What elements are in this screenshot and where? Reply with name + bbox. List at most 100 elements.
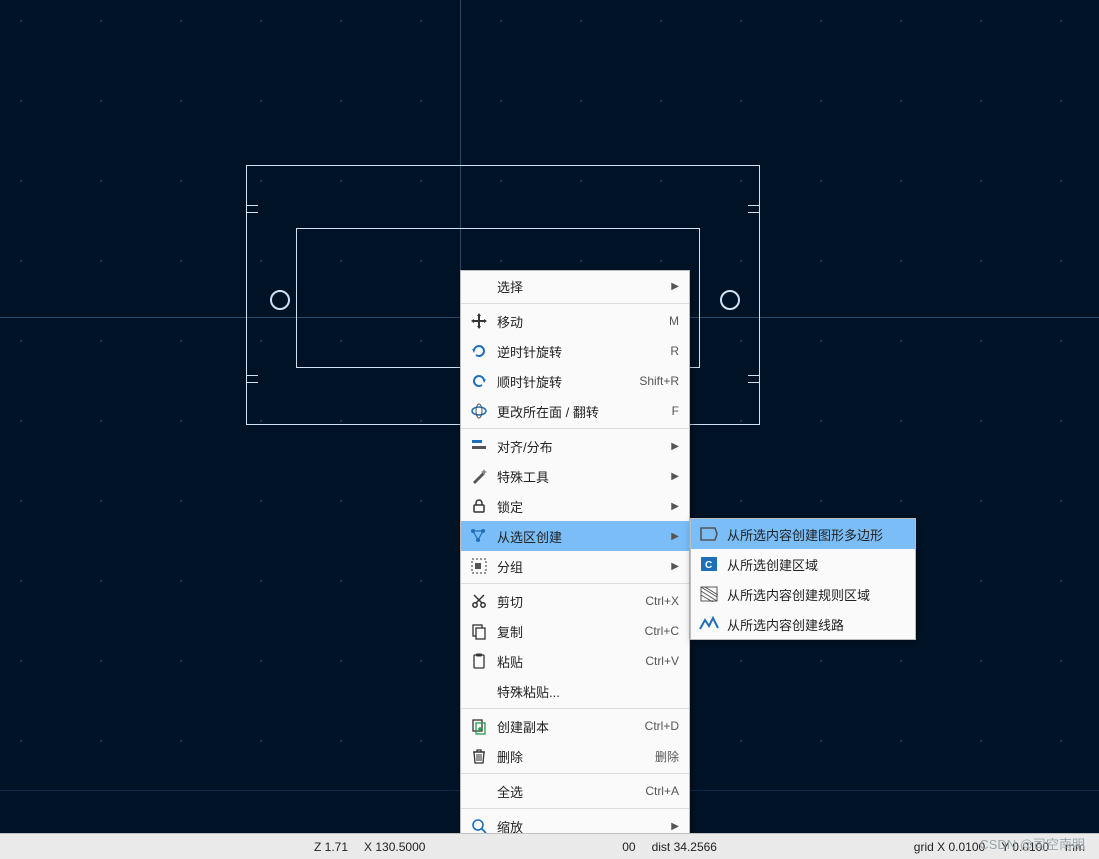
submenu-create-from-selection[interactable]: 从所选内容创建图形多边形 C 从所选创建区域 从所选内容创建规则区域 从所选内容… [690, 518, 916, 640]
menu-label: 从选区创建 [491, 527, 667, 546]
separator [461, 428, 689, 429]
menu-accel: Ctrl+A [635, 784, 679, 798]
menu-label: 粘贴 [491, 652, 635, 671]
status-dist: dist 34.2566 [644, 840, 725, 854]
notch [246, 205, 258, 213]
menu-accel: Ctrl+X [635, 594, 679, 608]
menu-select-all[interactable]: 全选 Ctrl+A [461, 776, 689, 806]
menu-delete[interactable]: 删除 删除 [461, 741, 689, 771]
submenu-label: 从所选创建区域 [721, 555, 905, 574]
menu-label: 分组 [491, 557, 667, 576]
menu-label: 锁定 [491, 497, 667, 516]
submenu-route[interactable]: 从所选内容创建线路 [691, 609, 915, 639]
menu-accel: R [660, 344, 679, 358]
menu-cut[interactable]: 剪切 Ctrl+X [461, 586, 689, 616]
status-z: Z 1.71 [306, 840, 356, 854]
menu-lock[interactable]: 锁定 ▶ [461, 491, 689, 521]
chevron-right-icon: ▶ [667, 281, 679, 292]
left-hole[interactable] [270, 290, 290, 310]
menu-accel: Ctrl+V [635, 654, 679, 668]
route-icon [697, 612, 721, 636]
context-menu[interactable]: 选择 ▶ 移动 M 逆时针旋转 R 顺时针旋转 Shift+R 更改所在面 / … [460, 270, 690, 859]
menu-change-side[interactable]: 更改所在面 / 翻转 F [461, 396, 689, 426]
move-icon [467, 309, 491, 333]
group-icon [467, 554, 491, 578]
align-icon [467, 434, 491, 458]
chevron-right-icon: ▶ [667, 821, 679, 832]
submenu-rule-region[interactable]: 从所选内容创建规则区域 [691, 579, 915, 609]
menu-accel: M [659, 314, 679, 328]
cut-icon [467, 589, 491, 613]
submenu-polygon[interactable]: 从所选内容创建图形多边形 [691, 519, 915, 549]
flip-icon [467, 399, 491, 423]
paste-icon [467, 649, 491, 673]
menu-paste-special[interactable]: 特殊粘贴... [461, 676, 689, 706]
status-bar: Z 1.71 X 130.5000 00 dist 34.2566 grid X… [0, 833, 1099, 859]
menu-select[interactable]: 选择 ▶ [461, 271, 689, 301]
separator [461, 773, 689, 774]
polygon-icon [697, 522, 721, 546]
menu-align[interactable]: 对齐/分布 ▶ [461, 431, 689, 461]
menu-create-from-selection[interactable]: 从选区创建 ▶ [461, 521, 689, 551]
notch [748, 375, 760, 383]
blank-icon [467, 679, 491, 703]
menu-rotate-cw[interactable]: 顺时针旋转 Shift+R [461, 366, 689, 396]
menu-accel: F [662, 404, 679, 418]
menu-label: 复制 [491, 622, 635, 641]
menu-move[interactable]: 移动 M [461, 306, 689, 336]
right-hole[interactable] [720, 290, 740, 310]
chevron-right-icon: ▶ [667, 471, 679, 482]
separator [461, 303, 689, 304]
rotate-cw-icon [467, 369, 491, 393]
menu-paste[interactable]: 粘贴 Ctrl+V [461, 646, 689, 676]
trash-icon [467, 744, 491, 768]
lock-icon [467, 494, 491, 518]
rotate-ccw-icon [467, 339, 491, 363]
menu-accel: Ctrl+D [635, 719, 679, 733]
menu-label: 选择 [491, 277, 667, 296]
chevron-right-icon: ▶ [667, 441, 679, 452]
menu-label: 特殊工具 [491, 467, 667, 486]
svg-text:C: C [705, 560, 712, 571]
notch [748, 205, 760, 213]
create-icon [467, 524, 491, 548]
blank-icon [467, 779, 491, 803]
blank-icon [467, 274, 491, 298]
status-grid-y: Y 0.0100 [993, 840, 1057, 854]
menu-accel: 删除 [645, 748, 679, 765]
menu-label: 创建副本 [491, 717, 635, 736]
separator [461, 708, 689, 709]
duplicate-icon [467, 714, 491, 738]
status-x: X 130.5000 [356, 840, 433, 854]
submenu-label: 从所选内容创建图形多边形 [721, 525, 905, 544]
menu-label: 对齐/分布 [491, 437, 667, 456]
menu-copy[interactable]: 复制 Ctrl+C [461, 616, 689, 646]
menu-label: 顺时针旋转 [491, 372, 629, 391]
menu-accel: Ctrl+C [635, 624, 679, 638]
status-grid-x: grid X 0.0100 [906, 840, 993, 854]
copy-icon [467, 619, 491, 643]
chevron-right-icon: ▶ [667, 561, 679, 572]
menu-accel: Shift+R [629, 374, 679, 388]
menu-rotate-ccw[interactable]: 逆时针旋转 R [461, 336, 689, 366]
status-unit: mm [1057, 840, 1093, 854]
submenu-region[interactable]: C 从所选创建区域 [691, 549, 915, 579]
chevron-right-icon: ▶ [667, 531, 679, 542]
hatch-icon [697, 582, 721, 606]
submenu-label: 从所选内容创建规则区域 [721, 585, 905, 604]
menu-label: 剪切 [491, 592, 635, 611]
menu-label: 逆时针旋转 [491, 342, 660, 361]
menu-label: 特殊粘贴... [491, 682, 679, 701]
menu-special-tools[interactable]: 特殊工具 ▶ [461, 461, 689, 491]
submenu-label: 从所选内容创建线路 [721, 615, 905, 634]
notch [246, 375, 258, 383]
chevron-right-icon: ▶ [667, 501, 679, 512]
status-y-trunc: 00 [614, 840, 643, 854]
menu-group[interactable]: 分组 ▶ [461, 551, 689, 581]
menu-duplicate[interactable]: 创建副本 Ctrl+D [461, 711, 689, 741]
region-icon: C [697, 552, 721, 576]
separator [461, 808, 689, 809]
wand-icon [467, 464, 491, 488]
menu-label: 全选 [491, 782, 635, 801]
menu-label: 更改所在面 / 翻转 [491, 402, 662, 421]
